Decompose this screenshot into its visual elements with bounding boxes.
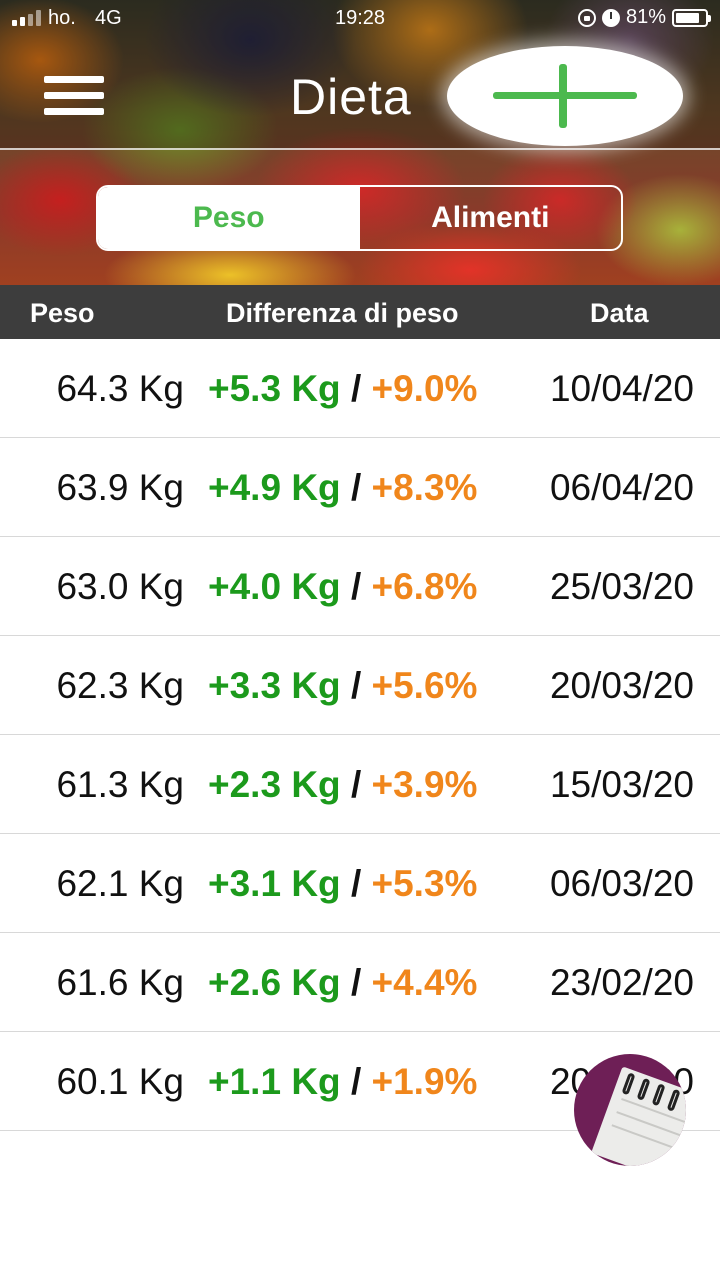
row-diff-kg: +2.6 Kg xyxy=(208,962,341,1003)
header-background: ho. 4G 19:28 81% Dieta Peso Alimenti xyxy=(0,0,720,285)
table-header: Peso Differenza di peso Data xyxy=(0,285,720,339)
row-weight: 61.3 Kg xyxy=(56,764,184,805)
row-weight: 62.3 Kg xyxy=(56,665,184,706)
row-diff-kg: +4.9 Kg xyxy=(208,467,341,508)
status-bar: ho. 4G 19:28 81% xyxy=(0,0,720,36)
row-weight: 63.9 Kg xyxy=(56,467,184,508)
row-weight: 63.0 Kg xyxy=(56,566,184,607)
battery-icon xyxy=(672,8,711,27)
row-diff-percent: +5.3% xyxy=(371,863,478,904)
row-difference: +3.3 Kg / +5.6% xyxy=(208,664,477,708)
column-header-differenza: Differenza di peso xyxy=(226,298,459,328)
header-divider xyxy=(0,148,720,150)
row-diff-percent: +1.9% xyxy=(371,1061,478,1102)
row-diff-kg: +3.1 Kg xyxy=(208,863,341,904)
row-difference: +2.3 Kg / +3.9% xyxy=(208,763,477,807)
row-diff-kg: +2.3 Kg xyxy=(208,764,341,805)
row-separator: / xyxy=(350,467,362,508)
row-date: 06/03/20 xyxy=(549,863,694,904)
row-diff-percent: +9.0% xyxy=(371,368,478,409)
notebook-button[interactable] xyxy=(574,1054,686,1166)
weight-list[interactable]: 64.3 Kg +5.3 Kg / +9.0% 10/04/20 63.9 Kg +4.… xyxy=(0,339,720,1167)
row-diff-kg: +5.3 Kg xyxy=(208,368,341,409)
status-right: 81% xyxy=(577,6,711,29)
row-date: 06/04/20 xyxy=(549,467,694,508)
row-diff-percent: +4.4% xyxy=(371,962,478,1003)
row-date: 20/03/20 xyxy=(549,665,694,706)
row-diff-percent: +6.8% xyxy=(371,566,478,607)
row-difference: +1.1 Kg / +1.9% xyxy=(208,1060,477,1104)
table-row[interactable]: 62.3 Kg +3.3 Kg / +5.6% 20/03/20 xyxy=(0,636,720,735)
row-weight: 64.3 Kg xyxy=(56,368,184,409)
row-difference: +5.3 Kg / +9.0% xyxy=(208,367,477,411)
row-diff-kg: +4.0 Kg xyxy=(208,566,341,607)
table-row[interactable]: 62.1 Kg +3.1 Kg / +5.3% 06/03/20 xyxy=(0,834,720,933)
row-diff-percent: +3.9% xyxy=(371,764,478,805)
row-date: 23/02/20 xyxy=(549,962,694,1003)
row-weight: 61.6 Kg xyxy=(56,962,184,1003)
row-separator: / xyxy=(350,665,362,706)
add-entry-button[interactable] xyxy=(447,46,683,146)
row-difference: +4.0 Kg / +6.8% xyxy=(208,565,477,609)
page-title: Dieta xyxy=(290,69,412,125)
row-separator: / xyxy=(350,764,362,805)
row-weight: 60.1 Kg xyxy=(56,1061,184,1102)
plus-icon xyxy=(493,64,637,128)
table-row[interactable]: 63.0 Kg +4.0 Kg / +6.8% 25/03/20 xyxy=(0,537,720,636)
row-diff-percent: +5.6% xyxy=(371,665,478,706)
tab-peso[interactable]: Peso xyxy=(98,187,360,249)
row-difference: +2.6 Kg / +4.4% xyxy=(208,961,477,1005)
row-date: 15/03/20 xyxy=(549,764,694,805)
row-separator: / xyxy=(350,1061,362,1102)
row-diff-kg: +1.1 Kg xyxy=(208,1061,341,1102)
row-diff-percent: +8.3% xyxy=(371,467,478,508)
row-separator: / xyxy=(350,368,362,409)
row-separator: / xyxy=(350,566,362,607)
battery-percent: 81% xyxy=(625,6,666,28)
rotation-lock-icon xyxy=(577,8,596,27)
tab-alimenti[interactable]: Alimenti xyxy=(360,187,622,249)
table-row[interactable]: 61.6 Kg +2.6 Kg / +4.4% 23/02/20 xyxy=(0,933,720,1032)
row-separator: / xyxy=(350,962,362,1003)
alarm-icon xyxy=(601,8,620,27)
table-row[interactable]: 64.3 Kg +5.3 Kg / +9.0% 10/04/20 xyxy=(0,339,720,438)
battery-fill xyxy=(676,12,699,23)
column-header-data: Data xyxy=(590,298,649,328)
row-diff-kg: +3.3 Kg xyxy=(208,665,341,706)
row-date: 10/04/20 xyxy=(549,368,694,409)
row-difference: +4.9 Kg / +8.3% xyxy=(208,466,477,510)
column-header-peso: Peso xyxy=(30,298,95,328)
row-weight: 62.1 Kg xyxy=(56,863,184,904)
table-row[interactable]: 63.9 Kg +4.9 Kg / +8.3% 06/04/20 xyxy=(0,438,720,537)
table-row[interactable]: 61.3 Kg +2.3 Kg / +3.9% 15/03/20 xyxy=(0,735,720,834)
row-difference: +3.1 Kg / +5.3% xyxy=(208,862,477,906)
hamburger-menu-icon[interactable] xyxy=(44,74,106,118)
segmented-control: Peso Alimenti xyxy=(96,185,623,251)
row-date: 25/03/20 xyxy=(549,566,694,607)
row-separator: / xyxy=(350,863,362,904)
